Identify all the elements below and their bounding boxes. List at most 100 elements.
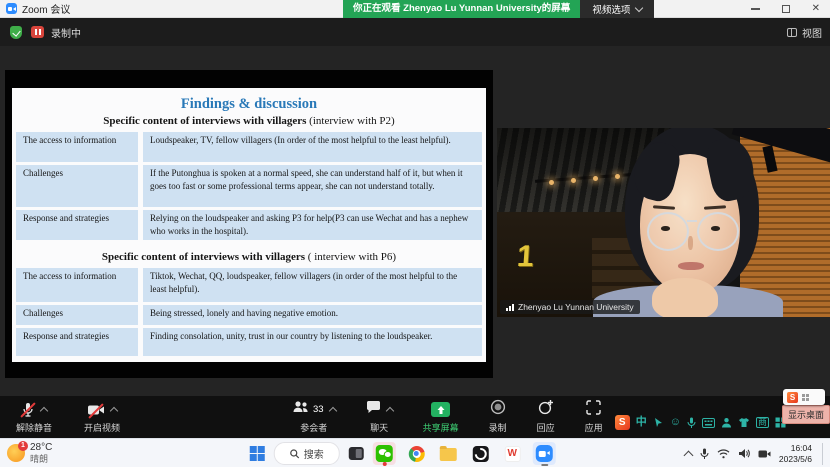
- task-view-button[interactable]: [349, 447, 364, 460]
- shared-screen-frame: Findings & discussion Specific content o…: [5, 70, 493, 378]
- microphone-muted-icon: [21, 402, 35, 418]
- wps-icon: W: [504, 446, 520, 462]
- section-heading-p2: Specific content of interviews with vill…: [12, 115, 486, 127]
- view-layout-icon: [787, 28, 797, 37]
- tray-microphone-icon[interactable]: [700, 448, 709, 460]
- participant-video-tile[interactable]: 1 Zhenyao Lu Yunnan University: [497, 128, 830, 317]
- video-light-dot: [549, 180, 554, 185]
- person-eye: [661, 226, 670, 231]
- ime-skin-icon[interactable]: [738, 417, 750, 428]
- ime-language-toggle[interactable]: 中: [636, 417, 647, 428]
- tray-overflow-chevron-icon[interactable]: [683, 450, 693, 460]
- video-number-overlay: 1: [516, 240, 535, 274]
- chat-button[interactable]: 聊天: [366, 401, 393, 434]
- section-heading-p6: Specific content of interviews with vill…: [12, 251, 486, 263]
- ime-voice-icon[interactable]: [687, 417, 696, 429]
- zoom-app-icon: [536, 445, 553, 462]
- participants-button[interactable]: 33 参会者: [292, 401, 336, 434]
- row-label: The access to information: [16, 268, 138, 302]
- apps-icon: [586, 400, 601, 420]
- running-indicator: [541, 464, 548, 466]
- system-tray: 16:04 2023/5/6: [685, 441, 825, 466]
- window-titlebar: Zoom 会议 你正在观看 Zhenyao Lu Yunnan Universi…: [0, 0, 830, 18]
- weather-temperature: 28°C: [30, 442, 52, 454]
- row-value: Loudspeaker, TV, fellow villagers (In or…: [143, 132, 482, 162]
- view-button[interactable]: 视图: [787, 25, 822, 40]
- minimize-button[interactable]: [751, 8, 760, 10]
- search-label: 搜索: [304, 446, 324, 461]
- show-desktop-strip[interactable]: [822, 443, 825, 465]
- tray-camera-icon[interactable]: [758, 449, 771, 459]
- video-light-dot: [615, 174, 620, 179]
- search-box[interactable]: 搜索: [274, 442, 340, 465]
- share-screen-button[interactable]: 共享屏幕: [423, 401, 459, 434]
- taskbar-weather-widget[interactable]: 1 28°C 晴朗: [7, 442, 52, 464]
- ime-keyboard-icon[interactable]: [702, 418, 715, 428]
- taskbar-app-wechat[interactable]: [373, 442, 396, 465]
- dark-app-icon: [472, 446, 488, 462]
- chevron-up-icon[interactable]: [385, 406, 393, 414]
- chevron-up-icon[interactable]: [40, 406, 48, 414]
- ime-account-icon[interactable]: [721, 417, 732, 428]
- meeting-content-area: Findings & discussion Specific content o…: [0, 46, 830, 396]
- video-options-button[interactable]: 视频选项: [580, 0, 654, 18]
- window-controls: ✕: [751, 0, 820, 18]
- weather-condition: 晴朗: [30, 454, 52, 464]
- person-nose: [688, 236, 693, 250]
- recording-indicator-icon[interactable]: [31, 26, 44, 38]
- view-label: 视图: [802, 25, 822, 40]
- tray-wifi-icon[interactable]: [717, 449, 730, 459]
- taskbar-app-chrome[interactable]: [405, 442, 428, 465]
- row-label: The access to information: [16, 132, 138, 162]
- chevron-up-icon[interactable]: [110, 406, 118, 414]
- recording-label: 录制中: [51, 25, 81, 40]
- ime-emoji-icon[interactable]: ☺: [670, 417, 681, 428]
- person-glasses-lens: [697, 212, 739, 251]
- section-heading-p6-suffix: ( interview with P6): [308, 251, 396, 263]
- chevron-down-icon: [635, 3, 643, 11]
- participant-name: Zhenyao Lu Yunnan University: [518, 302, 634, 312]
- taskbar-app-wps[interactable]: W: [501, 442, 524, 465]
- record-icon: [490, 399, 506, 420]
- interview-table-p6: The access to information Tiktok, Wechat…: [16, 268, 482, 356]
- ime-store-icon[interactable]: 商: [756, 417, 769, 428]
- video-light-dot: [571, 178, 576, 183]
- taskbar-center-icons: 搜索 W: [250, 442, 556, 465]
- sogou-logo-icon: S: [787, 392, 798, 403]
- reactions-icon: [538, 399, 554, 420]
- maximize-button[interactable]: [782, 5, 790, 13]
- search-icon: [290, 449, 300, 459]
- start-button[interactable]: [250, 446, 265, 461]
- person-eye: [711, 226, 720, 231]
- start-video-button[interactable]: 开启视频: [84, 401, 120, 434]
- apps-button[interactable]: 应用: [585, 401, 603, 434]
- row-value: If the Putonghua is spoken at a normal s…: [143, 165, 482, 207]
- video-light-dot: [593, 176, 598, 181]
- chrome-icon: [408, 446, 424, 462]
- sogou-logo-icon[interactable]: S: [615, 415, 630, 430]
- show-desktop-button[interactable]: 显示桌面: [782, 405, 830, 424]
- taskbar-app-zoom[interactable]: [533, 442, 556, 465]
- chevron-up-icon[interactable]: [328, 406, 336, 414]
- close-button[interactable]: ✕: [812, 0, 820, 18]
- window-title: Zoom 会议: [22, 1, 70, 16]
- record-button[interactable]: 录制: [489, 401, 507, 434]
- tray-volume-icon[interactable]: [738, 448, 750, 459]
- sogou-status-window[interactable]: S: [783, 389, 825, 405]
- unmute-button[interactable]: 解除静音: [16, 401, 52, 434]
- taskbar-clock[interactable]: 16:04 2023/5/6: [779, 443, 812, 463]
- taskbar-app-dark[interactable]: [469, 442, 492, 465]
- share-screen-icon: [431, 402, 450, 417]
- ime-pointer-icon[interactable]: [653, 417, 664, 428]
- wechat-icon: [376, 445, 393, 462]
- folder-icon: [440, 448, 457, 461]
- person-mouth: [678, 262, 704, 270]
- taskbar-app-file-explorer[interactable]: [437, 442, 460, 465]
- notification-badge: 1: [18, 441, 28, 451]
- reactions-button[interactable]: 回应: [537, 401, 555, 434]
- row-label: Response and strategies: [16, 328, 138, 356]
- presentation-slide: Findings & discussion Specific content o…: [12, 88, 486, 362]
- participants-icon: [292, 400, 309, 419]
- section-heading-p2-bold: Specific content of interviews with vill…: [103, 115, 309, 127]
- meeting-security-shield-icon[interactable]: [10, 26, 22, 39]
